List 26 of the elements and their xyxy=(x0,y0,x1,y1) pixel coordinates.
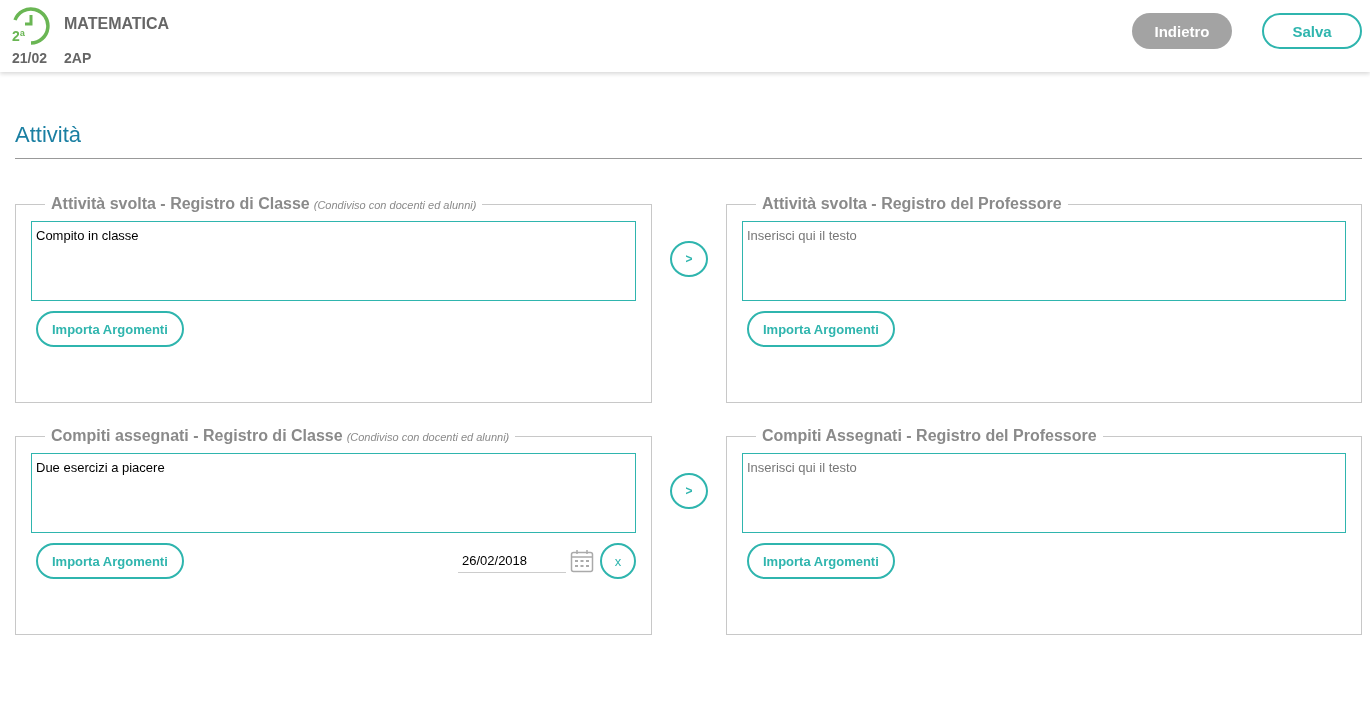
text-field[interactable]: Inserisci qui il testo xyxy=(742,453,1346,533)
section-title: Attività xyxy=(15,122,1362,159)
panel-title: Attività svolta - Registro di Classe xyxy=(51,195,310,212)
panel-title: Attività svolta - Registro del Professore xyxy=(762,195,1062,212)
text-field[interactable]: Compito in classe xyxy=(31,221,636,301)
clock-icon xyxy=(12,7,50,45)
panel-note: (Condiviso con docenti ed alunni) xyxy=(346,431,510,443)
import-button[interactable]: Importa Argomenti xyxy=(36,543,184,579)
text-field[interactable]: Inserisci qui il testo xyxy=(742,221,1346,301)
hour-label: 2ª xyxy=(12,28,25,44)
import-button[interactable]: Importa Argomenti xyxy=(36,311,184,347)
panel-title: Compiti Assegnati - Registro del Professore xyxy=(762,427,1097,444)
class-name: 2AP xyxy=(64,50,93,66)
clear-button[interactable]: x xyxy=(600,543,636,579)
panel-note: (Condiviso con docenti ed alunni) xyxy=(313,199,477,211)
import-button[interactable]: Importa Argomenti xyxy=(747,311,895,347)
copy-button[interactable]: > xyxy=(670,473,708,509)
copy-button[interactable]: > xyxy=(670,241,708,277)
back-button[interactable]: Indietro xyxy=(1132,13,1232,49)
subject-name: MATEMATICA xyxy=(64,15,170,33)
calendar-icon[interactable] xyxy=(570,549,594,573)
save-button[interactable]: Salva xyxy=(1262,13,1362,49)
import-button[interactable]: Importa Argomenti xyxy=(747,543,895,579)
text-field[interactable]: Due esercizi a piacere xyxy=(31,453,636,533)
lesson-date: 21/02 xyxy=(12,50,48,66)
panel-title: Compiti assegnati - Registro di Classe xyxy=(51,427,343,444)
